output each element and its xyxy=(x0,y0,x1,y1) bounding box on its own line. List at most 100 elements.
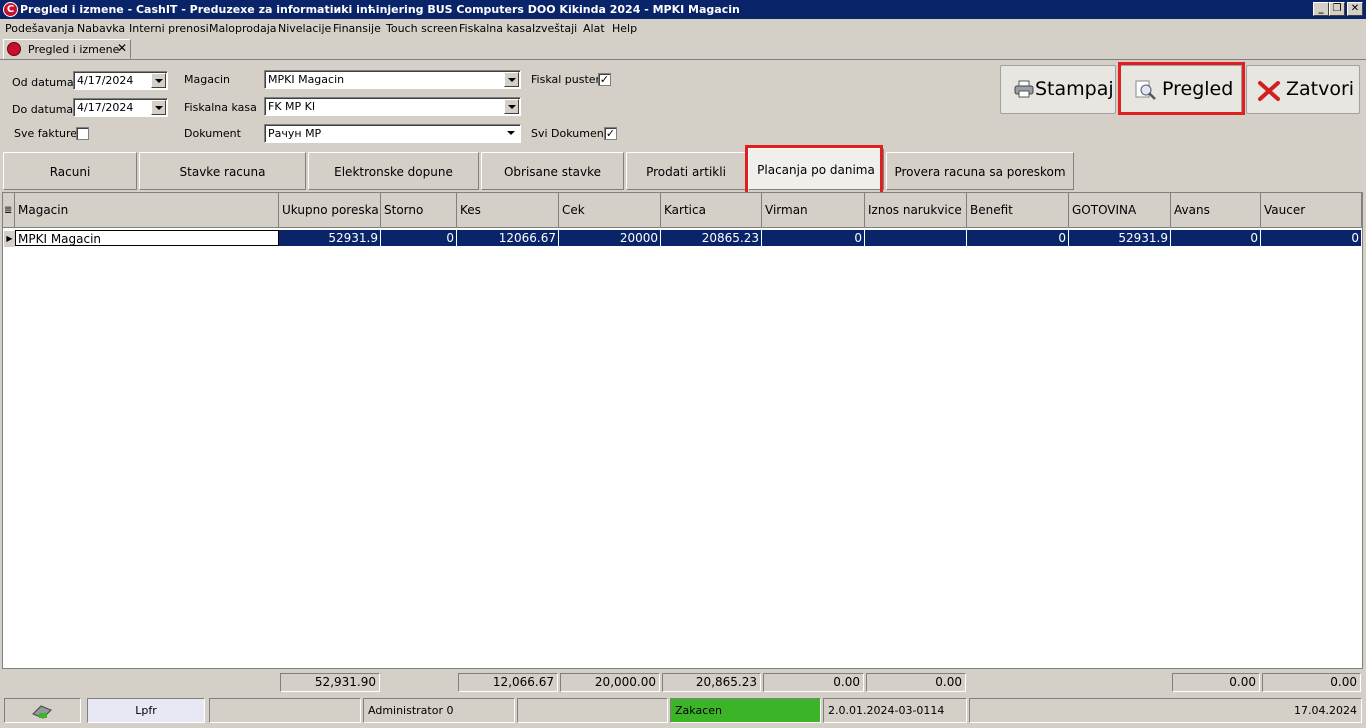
magacin-value: MPKI Magacin xyxy=(268,73,345,86)
preview-magnifier-icon xyxy=(1135,80,1157,105)
cell-avans[interactable]: 0 xyxy=(1171,230,1261,246)
menu-fiskalna-kasa[interactable]: Fiskalna kasa xyxy=(459,22,532,35)
total-avans: 0.00 xyxy=(1172,673,1260,692)
column-header-ukupno-poreska[interactable]: Ukupno poreska xyxy=(279,193,381,228)
tab-provera-racuna-sa-poreskom[interactable]: Provera racuna sa poreskom xyxy=(886,152,1074,190)
close-x-icon xyxy=(1257,80,1281,107)
status-empty-panel xyxy=(209,698,361,723)
printer-icon xyxy=(1014,80,1034,103)
cell-ukupno-poreska[interactable]: 52931.9 xyxy=(279,230,381,246)
cell-benefit[interactable]: 0 xyxy=(967,230,1069,246)
menu-podesavanja[interactable]: Podešavanja xyxy=(5,22,74,35)
menu-alat[interactable]: Alat xyxy=(583,22,605,35)
sve-fakture-checkbox[interactable] xyxy=(76,127,89,140)
menu-maloprodaja[interactable]: Maloprodaja xyxy=(209,22,277,35)
column-header-kartica[interactable]: Kartica xyxy=(661,193,762,228)
column-header-cek[interactable]: Cek xyxy=(559,193,661,228)
od-datuma-value: 4/17/2024 xyxy=(77,74,134,87)
data-grid[interactable]: ≣ Magacin Ukupno poreska Storno Kes Cek … xyxy=(2,192,1363,669)
total-iznos-narukvice: 0.00 xyxy=(866,673,966,692)
tab-prodati-artikli[interactable]: Prodati artikli xyxy=(626,152,746,190)
total-ukupno-poreska: 52,931.90 xyxy=(280,673,380,692)
zatvori-label: Zatvori xyxy=(1286,78,1355,100)
status-printer-panel[interactable] xyxy=(4,698,81,723)
column-header-kes[interactable]: Kes xyxy=(457,193,559,228)
menu-interni-prenosi[interactable]: Interni prenosi xyxy=(129,22,209,35)
fiskalna-kasa-value: FK MP KI xyxy=(268,100,316,113)
dokument-value: Рачун МР xyxy=(268,127,322,140)
restore-button[interactable]: ❐ xyxy=(1329,2,1345,16)
document-tab[interactable]: Pregled i izmene ✕ xyxy=(3,39,131,59)
do-datuma-picker[interactable]: 4/17/2024 xyxy=(73,98,168,117)
menu-nivelacije[interactable]: Nivelacije xyxy=(278,22,331,35)
tab-placanja-po-danima[interactable]: Placanja po danima xyxy=(748,148,884,190)
stampaj-label: Stampaj xyxy=(1035,78,1114,100)
fiskalna-kasa-label: Fiskalna kasa xyxy=(184,101,257,114)
close-tab-icon[interactable]: ✕ xyxy=(117,41,127,55)
chevron-down-icon[interactable] xyxy=(504,126,519,141)
od-datuma-picker[interactable]: 4/17/2024 xyxy=(73,71,168,90)
cell-kartica[interactable]: 20865.23 xyxy=(661,230,762,246)
chevron-down-icon[interactable] xyxy=(504,72,519,87)
magacin-label: Magacin xyxy=(184,73,231,86)
column-header-vaucer[interactable]: Vaucer xyxy=(1261,193,1362,228)
cell-kes[interactable]: 12066.67 xyxy=(457,230,559,246)
total-vaucer: 0.00 xyxy=(1262,673,1361,692)
fiskal-pusten-label: Fiskal pusten xyxy=(531,73,603,86)
tab-elektronske-dopune[interactable]: Elektronske dopune xyxy=(308,152,479,190)
lock-status-panel: Zakacen xyxy=(670,698,821,723)
fiskal-pusten-checkbox[interactable]: ✓ xyxy=(598,73,611,86)
row-indicator-icon: ▶ xyxy=(4,231,15,247)
status-empty-panel xyxy=(517,698,668,723)
column-header-gotovina[interactable]: GOTOVINA xyxy=(1069,193,1171,228)
cell-magacin[interactable]: MPKI Magacin xyxy=(15,230,279,246)
column-header-avans[interactable]: Avans xyxy=(1171,193,1261,228)
pregled-button[interactable]: Pregled xyxy=(1120,65,1242,114)
column-header-storno[interactable]: Storno xyxy=(381,193,457,228)
cell-gotovina[interactable]: 52931.9 xyxy=(1069,230,1171,246)
column-header-iznos-narukvice[interactable]: Iznos narukvice xyxy=(865,193,967,228)
divider xyxy=(0,59,1366,60)
sve-fakture-label: Sve fakture xyxy=(14,127,78,140)
magacin-select[interactable]: MPKI Magacin xyxy=(264,70,521,89)
fiscal-printer-icon xyxy=(31,702,53,728)
total-kes: 12,066.67 xyxy=(458,673,558,692)
menu-bar: Podešavanja Nabavka Interni prenosi Malo… xyxy=(0,19,1366,38)
chevron-down-icon[interactable] xyxy=(151,73,166,88)
lpfr-panel[interactable]: Lpfr xyxy=(87,698,205,723)
tab-obrisane-stavke[interactable]: Obrisane stavke xyxy=(481,152,624,190)
grid-menu-icon[interactable]: ≣ xyxy=(3,193,15,228)
menu-izvestaji[interactable]: Izveštaji xyxy=(532,22,577,35)
total-virman: 0.00 xyxy=(763,673,864,692)
close-window-button[interactable]: ✕ xyxy=(1347,2,1363,16)
minimize-button[interactable]: _ xyxy=(1313,2,1329,16)
dokument-label: Dokument xyxy=(184,127,241,140)
stampaj-button[interactable]: Stampaj xyxy=(1000,65,1116,114)
app-logo-icon xyxy=(7,42,21,56)
menu-touch-screen[interactable]: Touch screen xyxy=(386,22,458,35)
zatvori-button[interactable]: Zatvori xyxy=(1246,65,1360,114)
od-datuma-label: Od datuma xyxy=(12,76,74,89)
cell-cek[interactable]: 20000 xyxy=(559,230,661,246)
total-cek: 20,000.00 xyxy=(560,673,660,692)
title-bar: C Pregled i izmene - CashIT - Preduzexe … xyxy=(0,0,1366,19)
chevron-down-icon[interactable] xyxy=(504,99,519,114)
chevron-down-icon[interactable] xyxy=(151,100,166,115)
pregled-label: Pregled xyxy=(1162,78,1234,100)
column-header-magacin[interactable]: Magacin xyxy=(15,193,279,228)
svi-dokumenti-checkbox[interactable]: ✓ xyxy=(604,127,617,140)
cell-iznos-narukvice[interactable] xyxy=(865,230,967,246)
dokument-select[interactable]: Рачун МР xyxy=(264,124,521,143)
menu-nabavka[interactable]: Nabavka xyxy=(77,22,125,35)
cell-vaucer[interactable]: 0 xyxy=(1261,230,1362,246)
tab-stavke-racuna[interactable]: Stavke racuna xyxy=(139,152,306,190)
menu-finansije[interactable]: Finansije xyxy=(333,22,381,35)
column-header-virman[interactable]: Virman xyxy=(762,193,865,228)
column-header-benefit[interactable]: Benefit xyxy=(967,193,1069,228)
cell-storno[interactable]: 0 xyxy=(381,230,457,246)
cell-virman[interactable]: 0 xyxy=(762,230,865,246)
fiskalna-kasa-select[interactable]: FK MP KI xyxy=(264,97,521,116)
tab-racuni[interactable]: Racuni xyxy=(3,152,137,190)
user-panel: Administrator 0 xyxy=(363,698,515,723)
menu-help[interactable]: Help xyxy=(612,22,637,35)
